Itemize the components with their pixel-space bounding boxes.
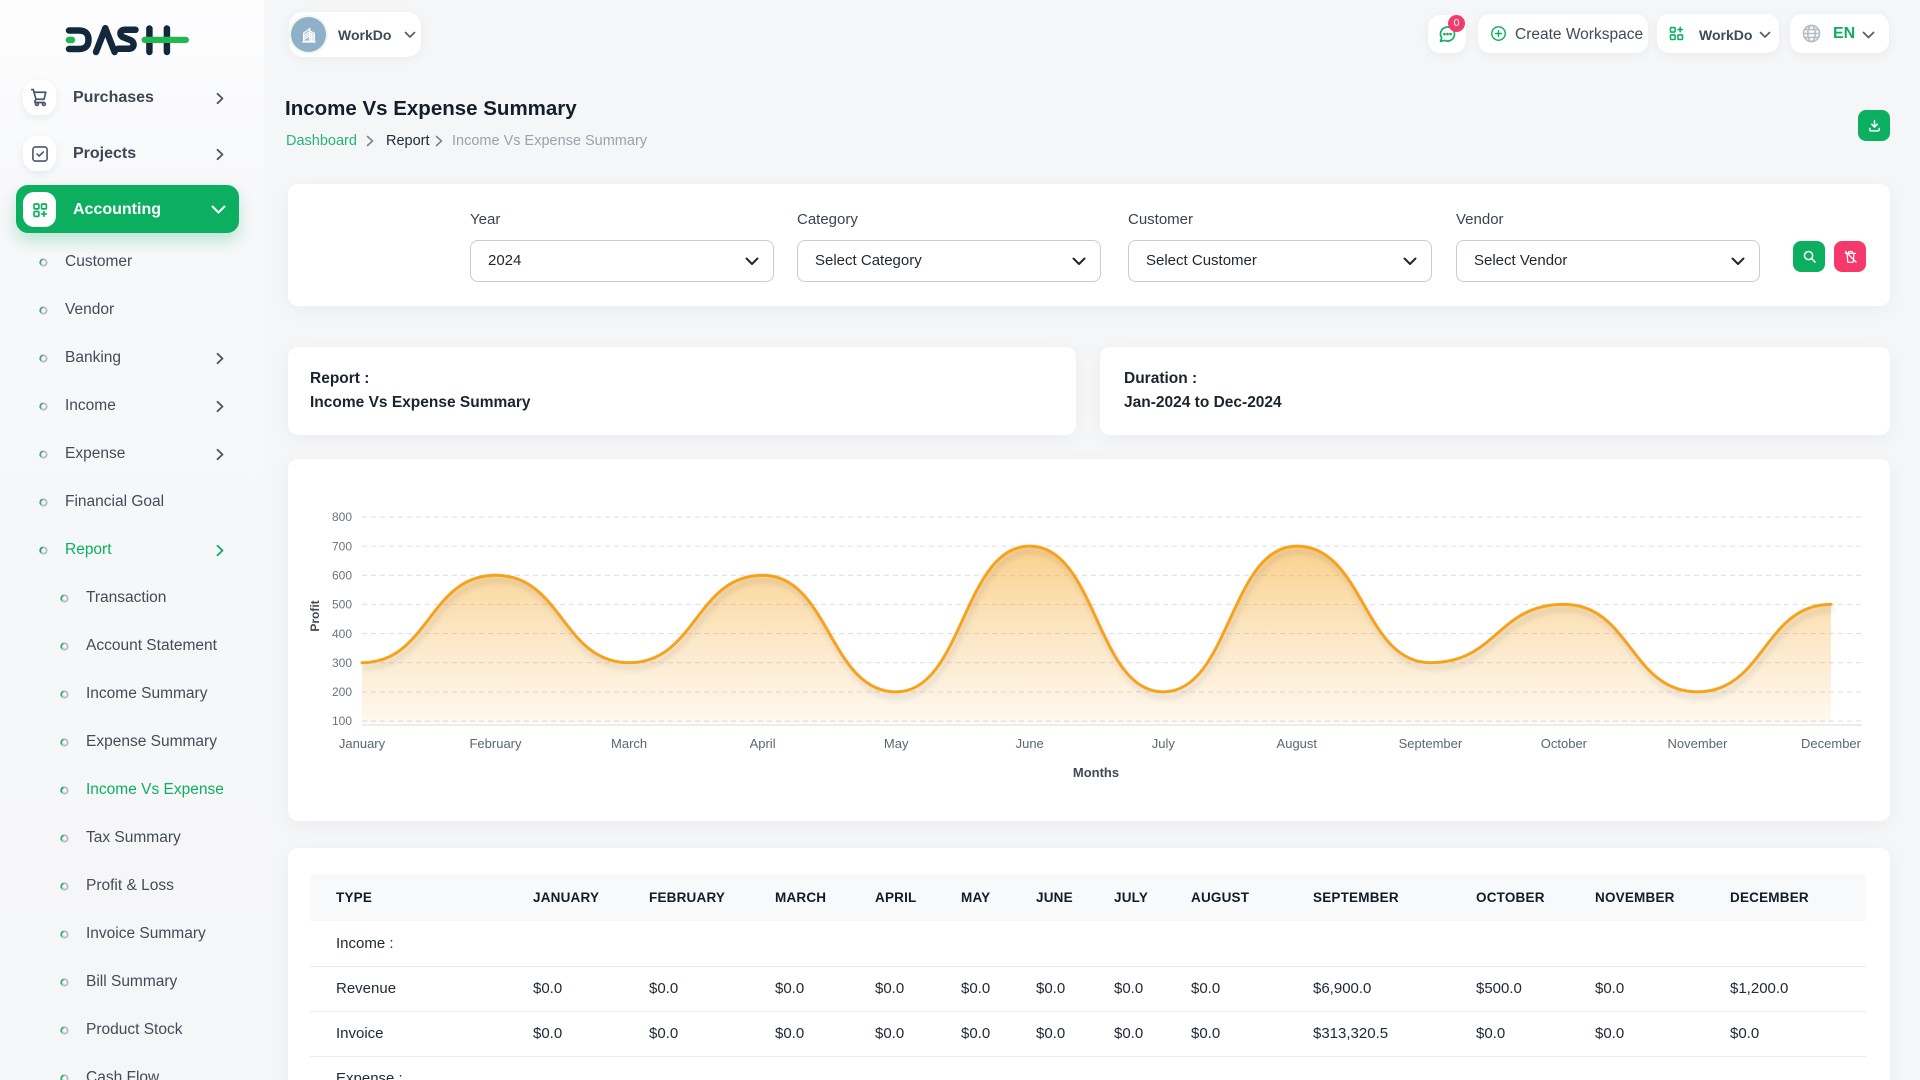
svg-text:October: October <box>1541 736 1588 751</box>
svg-text:800: 800 <box>332 510 352 524</box>
svg-text:February: February <box>469 736 522 751</box>
svg-text:July: July <box>1152 736 1176 751</box>
svg-text:September: September <box>1399 736 1463 751</box>
svg-text:300: 300 <box>332 656 352 670</box>
svg-text:January: January <box>339 736 386 751</box>
svg-text:700: 700 <box>332 539 352 553</box>
svg-text:400: 400 <box>332 627 352 641</box>
svg-text:December: December <box>1801 736 1862 751</box>
svg-text:June: June <box>1016 736 1044 751</box>
svg-text:Months: Months <box>1073 765 1119 780</box>
svg-text:100: 100 <box>332 714 352 728</box>
svg-text:March: March <box>611 736 647 751</box>
svg-text:April: April <box>750 736 776 751</box>
svg-text:November: November <box>1668 736 1729 751</box>
svg-text:August: August <box>1277 736 1318 751</box>
svg-text:May: May <box>884 736 909 751</box>
svg-text:500: 500 <box>332 598 352 612</box>
svg-text:600: 600 <box>332 569 352 583</box>
svg-text:Profit: Profit <box>308 600 322 631</box>
svg-text:200: 200 <box>332 685 352 699</box>
